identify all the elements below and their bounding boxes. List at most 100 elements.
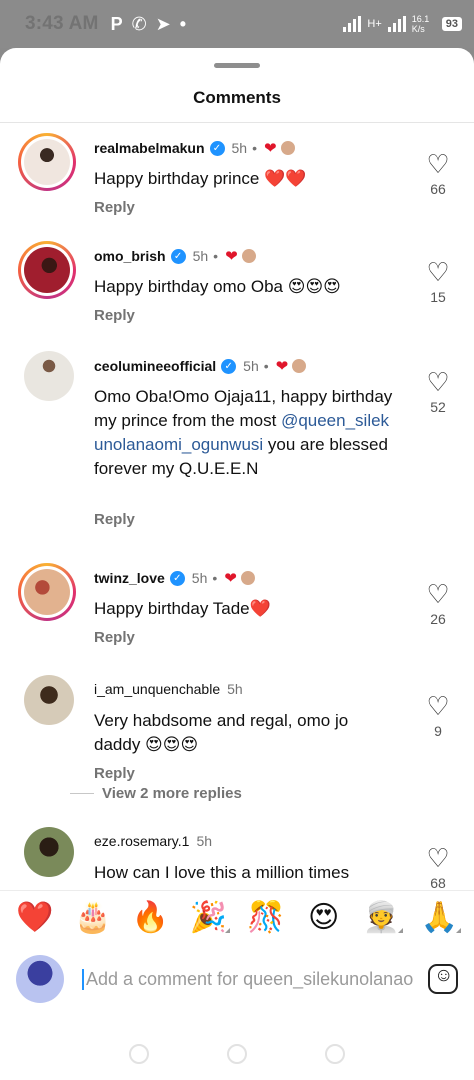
- verified-badge-icon: ✓: [221, 358, 237, 374]
- comment-list[interactable]: realmabelmakun ✓ 5h • ❤ Happy birthday p…: [0, 123, 474, 890]
- comment-item: realmabelmakun ✓ 5h • ❤ Happy birthday p…: [0, 123, 474, 231]
- reply-button[interactable]: Reply: [94, 765, 135, 782]
- comment-time: 5h: [243, 358, 259, 374]
- red-heart-emoji-button[interactable]: ❤️: [13, 900, 57, 935]
- signal-icon-2: [387, 16, 406, 32]
- signal-icon: [343, 16, 362, 32]
- like-count: 26: [430, 611, 446, 627]
- creator-avatar: [239, 570, 256, 586]
- reply-button[interactable]: Reply: [94, 629, 135, 646]
- reply-button[interactable]: Reply: [94, 511, 135, 528]
- like-count: 68: [430, 875, 446, 890]
- creator-avatar: [240, 248, 257, 264]
- creator-liked-heart-icon: ❤: [225, 248, 238, 265]
- recent-apps-button[interactable]: [129, 1044, 149, 1064]
- username[interactable]: ceolumineeofficial: [94, 358, 216, 374]
- comment-text: How can I love this a million times Happ…: [94, 863, 350, 890]
- heart-outline-icon[interactable]: ♡: [424, 693, 452, 719]
- comment-text: Happy birthday prince ❤️❤️: [94, 169, 307, 188]
- like-button[interactable]: ♡ 9: [424, 693, 452, 739]
- creator-avatar: [291, 358, 308, 374]
- reply-button[interactable]: Reply: [94, 307, 135, 324]
- avatar[interactable]: [18, 563, 76, 621]
- like-button[interactable]: ♡ 66: [424, 151, 452, 197]
- username[interactable]: omo_brish: [94, 248, 166, 264]
- verified-badge-icon: ✓: [169, 570, 185, 586]
- verified-badge-icon: ✓: [209, 140, 225, 156]
- like-button[interactable]: ♡ 52: [424, 369, 452, 415]
- home-button[interactable]: [227, 1044, 247, 1064]
- avatar[interactable]: [24, 675, 74, 725]
- view-more-replies-button[interactable]: View 2 more replies: [70, 785, 242, 802]
- comment-time: 5h: [196, 833, 213, 849]
- comment-text: Happy birthday Tade❤️: [94, 599, 271, 618]
- comment-time: 5h: [192, 248, 209, 264]
- quick-emoji-bar: ❤️ 🎂 🔥 🎉 🎊 😍 👳 🙏: [0, 890, 474, 944]
- like-button[interactable]: ♡ 68: [424, 845, 452, 890]
- comment-item: i_am_unquenchable 5h Very habdsome and r…: [0, 665, 474, 805]
- username[interactable]: realmabelmakun: [94, 140, 205, 156]
- confetti-emoji-button[interactable]: 🎊: [244, 900, 288, 935]
- comments-sheet: Comments realmabelmakun ✓ 5h • ❤ Happy b…: [0, 48, 474, 1080]
- username[interactable]: i_am_unquenchable: [94, 681, 220, 697]
- drag-handle[interactable]: [214, 63, 260, 68]
- heart-outline-icon[interactable]: ♡: [424, 581, 452, 607]
- system-nav-bar: [0, 1028, 474, 1080]
- avatar[interactable]: [18, 241, 76, 299]
- avatar[interactable]: [24, 827, 74, 877]
- verified-badge-icon: ✓: [170, 248, 186, 264]
- creator-liked-heart-icon: ❤: [275, 358, 289, 375]
- clock: 3:43 AM: [25, 13, 99, 34]
- like-count: 66: [430, 181, 446, 197]
- whatsapp-icon: ✆: [131, 13, 147, 34]
- fire-emoji-button[interactable]: 🔥: [128, 900, 172, 935]
- comment-time: 5h: [227, 681, 243, 697]
- avatar[interactable]: [18, 133, 76, 191]
- party-popper-emoji-button[interactable]: 🎉: [186, 900, 231, 935]
- like-button[interactable]: ♡ 15: [424, 259, 452, 305]
- avatar[interactable]: [24, 351, 74, 401]
- heart-eyes-emoji-button[interactable]: 😍: [302, 900, 346, 935]
- view-more-replies-label: View 2 more replies: [102, 785, 242, 802]
- network-speed: 16.1 K/s: [411, 14, 430, 34]
- cake-emoji-button[interactable]: 🎂: [71, 900, 115, 935]
- comment-item: omo_brish ✓ 5h • ❤ Happy birthday omo Ob…: [0, 231, 474, 339]
- comment-item: eze.rosemary.1 5h How can I love this a …: [0, 817, 474, 890]
- creator-liked-heart-icon: ❤: [263, 140, 277, 157]
- comment-input[interactable]: Add a comment for queen_silekunolanaomi_…: [82, 968, 414, 990]
- creator-avatar: [279, 140, 296, 156]
- more-notifications-icon: •: [179, 13, 187, 34]
- sheet-title: Comments: [193, 88, 281, 107]
- sticker-icon[interactable]: [428, 964, 458, 994]
- folded-hands-emoji-button[interactable]: 🙏: [417, 900, 462, 935]
- my-avatar: [16, 955, 64, 1003]
- thread-line: [70, 793, 94, 794]
- comment-time: 5h: [231, 140, 248, 156]
- back-button[interactable]: [325, 1044, 345, 1064]
- status-bar: 3:43 AM P ✆ ➤ • H+ 16.1 K/s 93: [0, 0, 474, 48]
- creator-liked-heart-icon: ❤: [224, 570, 237, 587]
- heart-outline-icon[interactable]: ♡: [424, 259, 452, 285]
- turban-person-emoji-button[interactable]: 👳: [359, 900, 404, 935]
- like-button[interactable]: ♡ 26: [424, 581, 452, 627]
- heart-outline-icon[interactable]: ♡: [424, 845, 452, 871]
- telegram-icon: ➤: [155, 13, 171, 34]
- network-type: H+: [367, 18, 382, 30]
- battery-icon: 93: [441, 17, 462, 31]
- comment-time: 5h: [191, 570, 208, 586]
- comment-item: twinz_love ✓ 5h • ❤ Happy birthday Tade❤…: [0, 553, 474, 661]
- comment-item: ceolumineeofficial ✓ 5h • ❤ Omo Oba!Omo …: [0, 341, 474, 545]
- like-count: 52: [430, 399, 446, 415]
- username[interactable]: eze.rosemary.1: [94, 833, 189, 849]
- comment-text: Happy birthday omo Oba 😍😍😍: [94, 277, 341, 296]
- heart-outline-icon[interactable]: ♡: [424, 369, 452, 395]
- heart-outline-icon[interactable]: ♡: [424, 151, 452, 177]
- username[interactable]: twinz_love: [94, 570, 165, 586]
- comment-text: Omo Oba!Omo Ojaja11, happy birthday my p…: [94, 387, 393, 478]
- comment-input-row: Add a comment for queen_silekunolanaomi_…: [0, 946, 474, 1012]
- like-count: 15: [430, 289, 446, 305]
- reply-button[interactable]: Reply: [94, 199, 135, 216]
- p-app-icon: P: [110, 13, 123, 34]
- like-count: 9: [434, 723, 442, 739]
- comment-text: Very habdsome and regal, omo jo daddy 😍😍…: [94, 711, 349, 754]
